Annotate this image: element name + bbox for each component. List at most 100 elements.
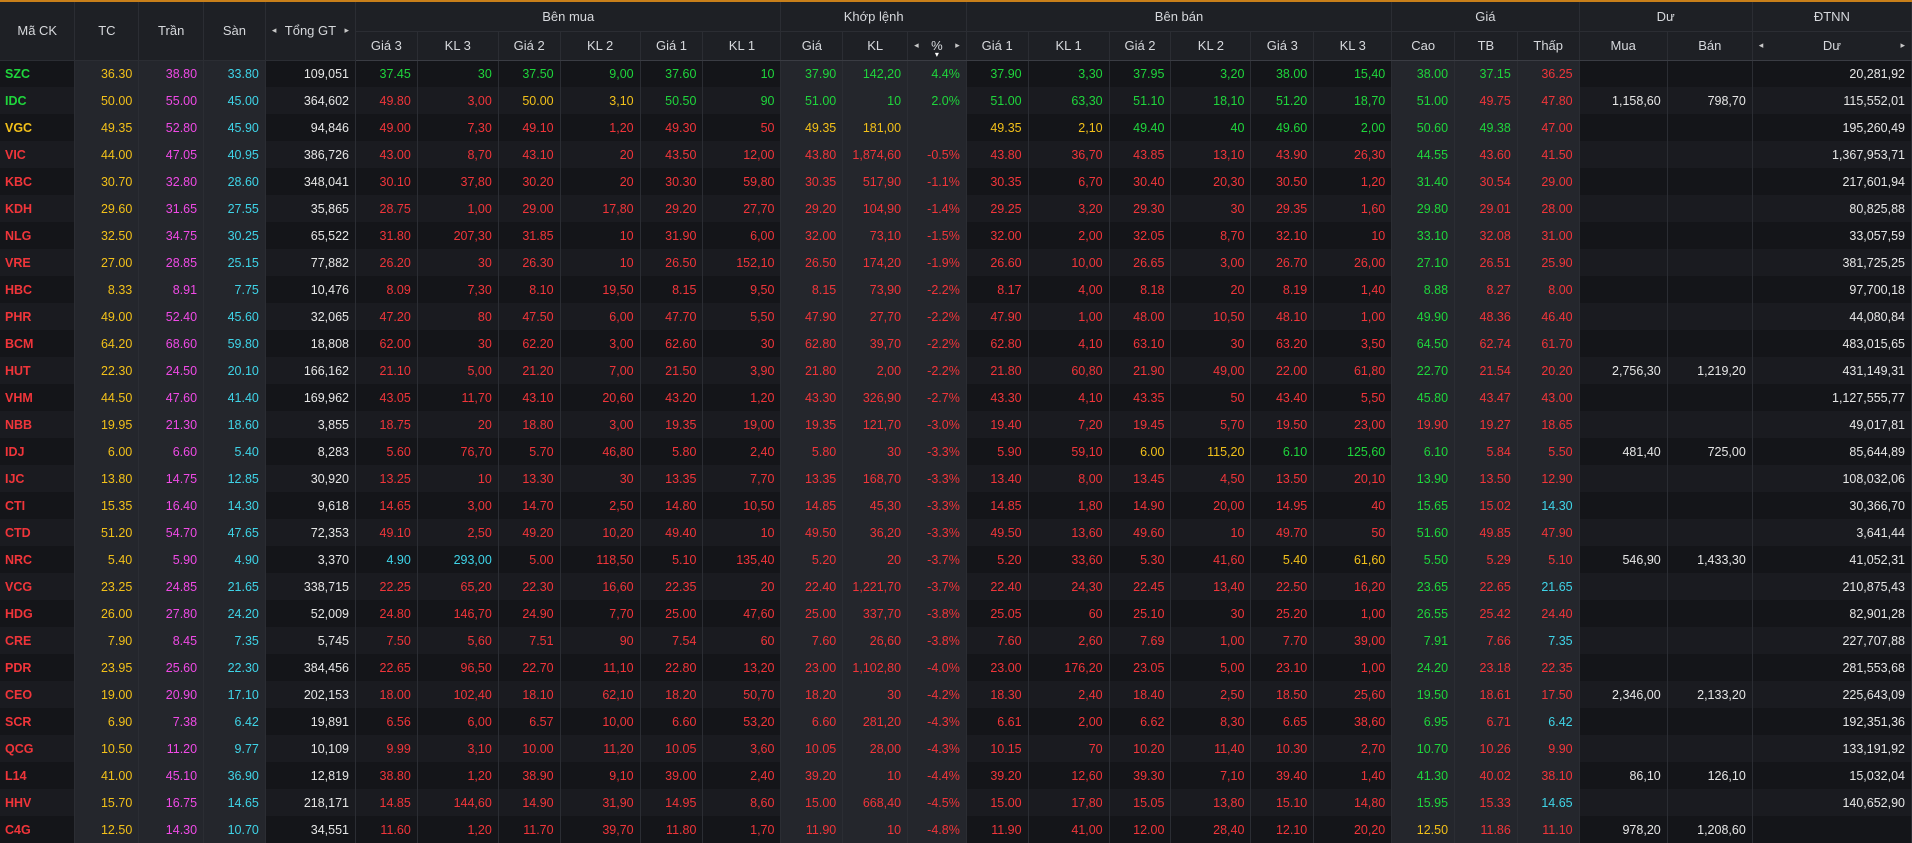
col-avg[interactable]: TB xyxy=(1454,31,1518,61)
symbol-cell[interactable]: CTD xyxy=(0,519,76,546)
arrow-left-icon[interactable]: ◂ xyxy=(914,40,919,51)
symbol-cell[interactable]: IDJ xyxy=(0,438,76,465)
table-row[interactable]: CRE 7.90 8.45 7.35 5,745 7.50 5,60 7.51 90 7.54 60… xyxy=(0,627,1912,654)
sort-down-icon[interactable]: ▾ xyxy=(935,50,939,59)
symbol-cell[interactable]: HHV xyxy=(0,789,76,816)
match-volume-cell: 326,90 xyxy=(842,384,909,411)
table-row[interactable]: IDJ 6.00 6.60 5.40 8,283 5.60 76,70 5.70 46,80 5.… xyxy=(0,438,1912,465)
low-price-cell: 24.40 xyxy=(1517,600,1580,627)
table-row[interactable]: CEO 19.00 20.90 17.10 202,153 18.00 102,40 18.1… xyxy=(0,681,1912,708)
table-row[interactable]: NRC 5.40 5.90 4.90 3,370 4.90 293,00 5.00 118,50… xyxy=(0,546,1912,573)
symbol-cell[interactable]: NRC xyxy=(0,546,76,573)
table-row[interactable]: SCR 6.90 7.38 6.42 19,891 6.56 6,00 6.57 10,00 6.… xyxy=(0,708,1912,735)
col-bid-v1[interactable]: KL 1 xyxy=(702,31,782,61)
bid-volume-cell: 50 xyxy=(702,114,782,141)
low-price-cell: 14.30 xyxy=(1517,492,1580,519)
symbol-cell[interactable]: IJC xyxy=(0,465,76,492)
table-row[interactable]: CTD 51.20 54.70 47.65 72,353 49.10 2,50 49.20 10… xyxy=(0,519,1912,546)
col-ceil[interactable]: Trần xyxy=(138,2,205,61)
arrow-left-icon[interactable]: ◂ xyxy=(272,25,277,36)
symbol-cell[interactable]: VGC xyxy=(0,114,76,141)
col-bid-v3[interactable]: KL 3 xyxy=(417,31,499,61)
bid-price-cell: 8.10 xyxy=(498,276,561,303)
col-bid-p3[interactable]: Giá 3 xyxy=(355,31,418,61)
table-row[interactable]: C4G 12.50 14.30 10.70 34,551 11.60 1,20 11.70 39… xyxy=(0,816,1912,843)
symbol-cell[interactable]: NBB xyxy=(0,411,76,438)
table-row[interactable]: KDH 29.60 31.65 27.55 35,865 28.75 1,00 29.00 17… xyxy=(0,195,1912,222)
table-row[interactable]: VRE 27.00 28.85 25.15 77,882 26.20 30 26.30 10 26… xyxy=(0,249,1912,276)
symbol-cell[interactable]: PHR xyxy=(0,303,76,330)
symbol-cell[interactable]: CEO xyxy=(0,681,76,708)
col-ask-v3[interactable]: KL 3 xyxy=(1313,31,1393,61)
symbol-cell[interactable]: VHM xyxy=(0,384,76,411)
remain-buy-cell xyxy=(1579,114,1668,141)
table-row[interactable]: KBC 30.70 32.80 28.60 348,041 30.10 37,80 30.20… xyxy=(0,168,1912,195)
symbol-cell[interactable]: HUT xyxy=(0,357,76,384)
symbol-cell[interactable]: KBC xyxy=(0,168,76,195)
symbol-cell[interactable]: SZC xyxy=(0,60,76,87)
ask-price-cell: 30.35 xyxy=(966,168,1029,195)
low-price-cell: 28.00 xyxy=(1517,195,1580,222)
table-row[interactable]: IDC 50.00 55.00 45.00 364,602 49.80 3,00 50.00 3… xyxy=(0,87,1912,114)
col-bid-p1[interactable]: Giá 1 xyxy=(640,31,704,61)
col-floor[interactable]: Sàn xyxy=(203,2,266,61)
table-row[interactable]: L14 41.00 45.10 36.90 12,819 38.80 1,20 38.90 9,… xyxy=(0,762,1912,789)
arrow-left-icon[interactable]: ◂ xyxy=(1759,40,1764,51)
table-row[interactable]: VHM 44.50 47.60 41.40 169,962 43.05 11,70 43.10… xyxy=(0,384,1912,411)
col-total[interactable]: ◂ Tổng GT ▸ xyxy=(265,2,357,61)
col-remain-buy[interactable]: Mua xyxy=(1579,31,1668,61)
symbol-cell[interactable]: PDR xyxy=(0,654,76,681)
symbol-cell[interactable]: C4G xyxy=(0,816,76,843)
symbol-cell[interactable]: NLG xyxy=(0,222,76,249)
col-low[interactable]: Thấp xyxy=(1517,31,1580,61)
symbol-cell[interactable]: HBC xyxy=(0,276,76,303)
col-high[interactable]: Cao xyxy=(1391,31,1456,61)
table-row[interactable]: HHV 15.70 16.75 14.65 218,171 14.85 144,60 14.9… xyxy=(0,789,1912,816)
table-row[interactable]: HBC 8.33 8.91 7.75 10,476 8.09 7,30 8.10 19,50 8.… xyxy=(0,276,1912,303)
col-remain-sell[interactable]: Bán xyxy=(1667,31,1753,61)
table-row[interactable]: PDR 23.95 25.60 22.30 384,456 22.65 96,50 22.70… xyxy=(0,654,1912,681)
col-ask-p3[interactable]: Giá 3 xyxy=(1250,31,1315,61)
col-foreign-remain[interactable]: ◂ Dư ▸ xyxy=(1752,31,1912,61)
arrow-right-icon[interactable]: ▸ xyxy=(344,25,349,36)
symbol-cell[interactable]: IDC xyxy=(0,87,76,114)
col-ask-p1[interactable]: Giá 1 xyxy=(966,31,1029,61)
match-change-cell: -3.3% xyxy=(907,438,967,465)
symbol-cell[interactable]: QCG xyxy=(0,735,76,762)
col-ref[interactable]: TC xyxy=(74,2,140,61)
col-bid-v2[interactable]: KL 2 xyxy=(560,31,641,61)
table-row[interactable]: PHR 49.00 52.40 45.60 32,065 47.20 80 47.50 6,00… xyxy=(0,303,1912,330)
symbol-cell[interactable]: CRE xyxy=(0,627,76,654)
table-row[interactable]: BCM 64.20 68.60 59.80 18,808 62.00 30 62.20 3,00… xyxy=(0,330,1912,357)
table-row[interactable]: CTI 15.35 16.40 14.30 9,618 14.65 3,00 14.70 2,5… xyxy=(0,492,1912,519)
arrow-right-icon[interactable]: ▸ xyxy=(1900,40,1905,51)
col-bid-p2[interactable]: Giá 2 xyxy=(498,31,561,61)
table-row[interactable]: NLG 32.50 34.75 30.25 65,522 31.80 207,30 31.85… xyxy=(0,222,1912,249)
col-match-vol[interactable]: KL xyxy=(842,31,909,61)
symbol-cell[interactable]: SCR xyxy=(0,708,76,735)
col-ask-p2[interactable]: Giá 2 xyxy=(1109,31,1172,61)
col-ask-v2[interactable]: KL 2 xyxy=(1170,31,1252,61)
table-row[interactable]: NBB 19.95 21.30 18.60 3,855 18.75 20 18.80 3,00 1… xyxy=(0,411,1912,438)
table-row[interactable]: HDG 26.00 27.80 24.20 52,009 24.80 146,70 24.90… xyxy=(0,600,1912,627)
symbol-cell[interactable]: VCG xyxy=(0,573,76,600)
col-symbol[interactable]: Mã CK xyxy=(0,2,76,61)
symbol-cell[interactable]: CTI xyxy=(0,492,76,519)
arrow-right-icon[interactable]: ▸ xyxy=(955,40,960,51)
table-row[interactable]: VIC 44.00 47.05 40.95 386,726 43.00 8,70 43.10 2… xyxy=(0,141,1912,168)
table-row[interactable]: SZC 36.30 38.80 33.80 109,051 37.45 30 37.50 9,0… xyxy=(0,60,1912,87)
symbol-cell[interactable]: L14 xyxy=(0,762,76,789)
col-match-price[interactable]: Giá xyxy=(780,31,844,61)
symbol-cell[interactable]: BCM xyxy=(0,330,76,357)
table-row[interactable]: IJC 13.80 14.75 12.85 30,920 13.25 10 13.30 30 13… xyxy=(0,465,1912,492)
table-row[interactable]: HUT 22.30 24.50 20.10 166,162 21.10 5,00 21.20 7… xyxy=(0,357,1912,384)
symbol-cell[interactable]: VRE xyxy=(0,249,76,276)
symbol-cell[interactable]: KDH xyxy=(0,195,76,222)
table-row[interactable]: QCG 10.50 11.20 9.77 10,109 9.99 3,10 10.00 11,2… xyxy=(0,735,1912,762)
col-ask-v1[interactable]: KL 1 xyxy=(1028,31,1110,61)
col-match-pct[interactable]: ◂% ▾ ▸ xyxy=(907,31,967,61)
table-row[interactable]: VCG 23.25 24.85 21.65 338,715 22.25 65,20 22.30… xyxy=(0,573,1912,600)
table-row[interactable]: VGC 49.35 52.80 45.90 94,846 49.00 7,30 49.10 1,… xyxy=(0,114,1912,141)
symbol-cell[interactable]: HDG xyxy=(0,600,76,627)
symbol-cell[interactable]: VIC xyxy=(0,141,76,168)
